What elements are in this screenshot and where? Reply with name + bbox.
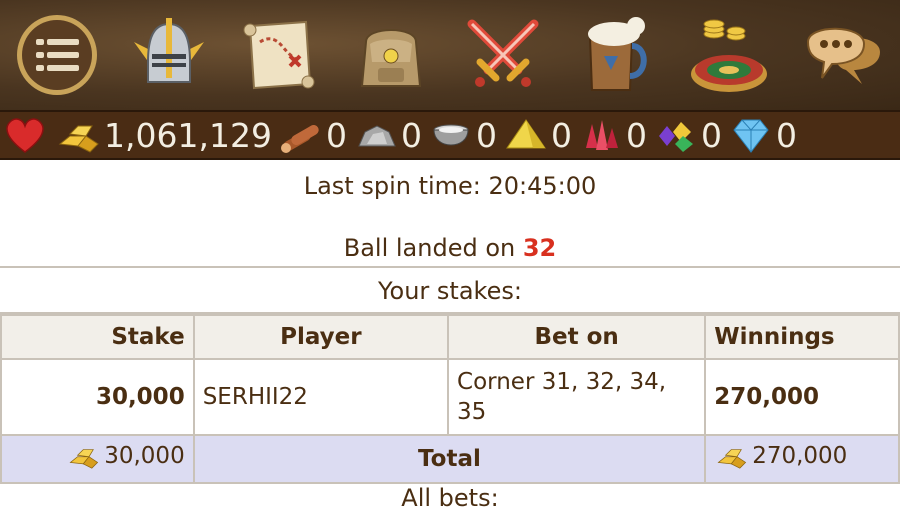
player-name[interactable]: SERHII22 bbox=[192, 358, 450, 436]
resource-diamond[interactable]: 0 bbox=[728, 114, 797, 156]
header-bet-on: Bet on bbox=[447, 314, 707, 360]
ball-result: Ball landed on 32 bbox=[343, 234, 557, 262]
resource-gold[interactable]: 1,061,129 bbox=[56, 114, 272, 156]
last-spin-time: Last spin time: 20:45:00 bbox=[303, 172, 597, 200]
sulfur-pile-icon bbox=[506, 119, 546, 149]
stakes-table: Stake Player Bet on Winnings 30,000 SERH… bbox=[0, 314, 900, 484]
heart-icon bbox=[6, 118, 44, 153]
roulette-button[interactable] bbox=[682, 8, 776, 102]
health[interactable] bbox=[2, 114, 50, 156]
total-row: 30,000 Total 270,000 bbox=[0, 434, 900, 484]
resource-stone[interactable]: 0 bbox=[353, 114, 422, 156]
knight-helmet-button[interactable] bbox=[122, 8, 216, 102]
total-winnings: 270,000 bbox=[704, 434, 900, 484]
crossed-swords-icon bbox=[467, 19, 539, 87]
menu-button[interactable] bbox=[10, 8, 104, 102]
menu-icon bbox=[17, 15, 97, 95]
stone-icon bbox=[358, 125, 396, 147]
map-icon bbox=[243, 20, 315, 90]
table-header-row: Stake Player Bet on Winnings bbox=[0, 314, 900, 360]
chat-button[interactable] bbox=[796, 8, 890, 102]
stake-value: 30,000 bbox=[0, 358, 195, 436]
all-bets-heading: All bets: bbox=[401, 484, 499, 512]
resource-ruby[interactable]: 0 bbox=[578, 114, 647, 156]
top-navigation-bar bbox=[0, 0, 900, 110]
total-stake: 30,000 bbox=[0, 434, 195, 484]
spin-info: Last spin time: 20:45:00 Ball landed on … bbox=[0, 160, 900, 268]
header-stake: Stake bbox=[0, 314, 195, 360]
total-label: Total bbox=[192, 434, 707, 484]
resources-bar: 1,061,129 0 0 0 0 0 0 0 bbox=[0, 110, 900, 160]
table-row: 30,000 SERHII22 Corner 31, 32, 34, 35 27… bbox=[0, 358, 900, 436]
diamond-icon bbox=[733, 119, 769, 153]
bet-description: Corner 31, 32, 34, 35 bbox=[447, 358, 707, 436]
wood-logs-icon bbox=[280, 125, 319, 153]
chat-icon bbox=[806, 27, 880, 84]
header-winnings: Winnings bbox=[704, 314, 900, 360]
winnings-value: 270,000 bbox=[704, 358, 900, 436]
gold-bars-icon bbox=[69, 449, 99, 469]
gold-bars-icon bbox=[717, 449, 747, 469]
resource-wood[interactable]: 0 bbox=[278, 114, 347, 156]
header-player: Player bbox=[192, 314, 450, 360]
ruby-crystals-icon bbox=[585, 120, 618, 150]
tavern-button[interactable] bbox=[570, 8, 664, 102]
backpack-icon bbox=[360, 29, 422, 87]
roulette-results-panel: Last spin time: 20:45:00 Ball landed on … bbox=[0, 160, 900, 518]
backpack-button[interactable] bbox=[344, 8, 438, 102]
gold-amount: 1,061,129 bbox=[104, 115, 272, 155]
cauldron-icon bbox=[433, 124, 469, 146]
gold-bars-icon bbox=[58, 125, 99, 153]
map-button[interactable] bbox=[232, 8, 326, 102]
resource-sulfur[interactable]: 0 bbox=[503, 114, 572, 156]
your-stakes-heading: Your stakes: bbox=[0, 268, 900, 314]
resource-iron[interactable]: 0 bbox=[428, 114, 497, 156]
battle-button[interactable] bbox=[456, 8, 550, 102]
gems-icon bbox=[658, 122, 693, 152]
beer-mug-icon bbox=[588, 17, 647, 91]
resource-gems[interactable]: 0 bbox=[653, 114, 722, 156]
ball-number: 32 bbox=[522, 234, 557, 262]
helmet-icon bbox=[134, 18, 204, 83]
roulette-icon bbox=[691, 19, 767, 92]
